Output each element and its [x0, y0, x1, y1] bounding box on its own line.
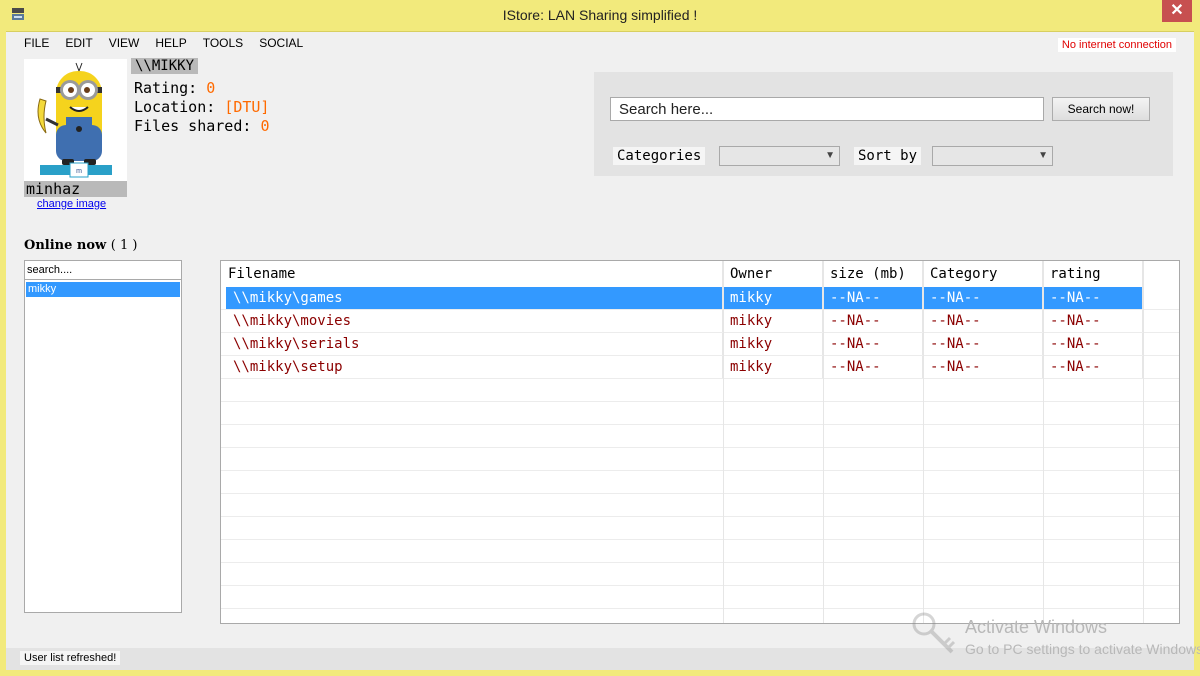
cell-rating: --NA--	[1043, 333, 1143, 355]
cell-filename: \\mikky\serials	[226, 333, 723, 355]
user-search-input[interactable]: search....	[24, 260, 182, 280]
empty-row	[221, 540, 1179, 563]
key-icon	[912, 612, 956, 654]
table-header: Filename Owner size (mb) Category rating	[221, 261, 1179, 287]
cell-size: --NA--	[823, 310, 923, 332]
column-header-filename[interactable]: Filename	[221, 261, 723, 287]
location-line: Location: [DTU]	[134, 98, 269, 116]
empty-row	[221, 517, 1179, 540]
column-header-category[interactable]: Category	[923, 261, 1043, 287]
column-header-rating[interactable]: rating	[1043, 261, 1143, 287]
cell-category: --NA--	[923, 356, 1043, 378]
column-divider	[923, 261, 924, 623]
cell-size: --NA--	[823, 287, 923, 309]
online-count: ( 1 )	[110, 238, 138, 253]
empty-row	[221, 425, 1179, 448]
activation-watermark-subtitle: Go to PC settings to activate Windows.	[965, 641, 1200, 657]
empty-row	[221, 402, 1179, 425]
menu-help[interactable]: HELP	[147, 35, 194, 51]
window-title: IStore: LAN Sharing simplified !	[502, 7, 698, 23]
status-text: User list refreshed!	[20, 651, 121, 665]
menu-edit[interactable]: EDIT	[57, 35, 100, 51]
cell-owner: mikky	[723, 287, 823, 309]
sortby-select[interactable]: ▼	[932, 146, 1053, 166]
menu-file[interactable]: FILE	[16, 35, 57, 51]
cell-rating: --NA--	[1043, 287, 1143, 309]
files-table: Filename Owner size (mb) Category rating…	[220, 260, 1180, 624]
categories-label: Categories	[613, 147, 706, 165]
empty-row	[221, 563, 1179, 586]
column-divider	[1143, 261, 1144, 623]
cell-filename: \\mikky\movies	[226, 310, 723, 332]
chevron-down-icon: ▼	[825, 150, 835, 161]
online-now-heading: Online now ( 1 )	[24, 238, 137, 253]
title-bar: IStore: LAN Sharing simplified ! ✕	[0, 0, 1200, 32]
location-value: [DTU]	[224, 98, 270, 116]
column-header-owner[interactable]: Owner	[723, 261, 823, 287]
cell-owner: mikky	[723, 310, 823, 332]
cell-rating: --NA--	[1043, 356, 1143, 378]
files-shared-label: Files shared:	[134, 117, 252, 135]
cell-owner: mikky	[723, 333, 823, 355]
empty-row	[221, 379, 1179, 402]
rating-label: Rating:	[134, 79, 198, 97]
table-row[interactable]: \\mikky\serials mikky --NA-- --NA-- --NA…	[221, 333, 1179, 356]
close-button[interactable]: ✕	[1162, 0, 1192, 22]
chevron-down-icon: ▼	[1038, 150, 1048, 161]
search-button[interactable]: Search now!	[1052, 97, 1150, 121]
search-panel: Search here... Search now! Categories ▼ …	[594, 72, 1173, 176]
menu-view[interactable]: VIEW	[101, 35, 148, 51]
user-list-item[interactable]: mikky	[26, 282, 180, 297]
window-frame-bottom	[0, 670, 1200, 676]
categories-select[interactable]: ▼	[719, 146, 840, 166]
cell-category: --NA--	[923, 310, 1043, 332]
table-row[interactable]: \\mikky\setup mikky --NA-- --NA-- --NA--	[221, 356, 1179, 379]
menu-bar: FILE EDIT VIEW HELP TOOLS SOCIAL	[16, 35, 311, 51]
username-label: minhaz	[24, 181, 127, 197]
files-shared-line: Files shared: 0	[134, 117, 269, 135]
cell-filename: \\mikky\games	[226, 287, 723, 309]
empty-row	[221, 448, 1179, 471]
window-frame-left	[0, 31, 6, 676]
column-divider	[823, 261, 824, 623]
rating-line: Rating: 0	[134, 79, 215, 97]
cell-category: --NA--	[923, 333, 1043, 355]
avatar: m	[24, 59, 127, 182]
sortby-label: Sort by	[854, 147, 922, 165]
empty-row	[221, 494, 1179, 517]
host-name: \\MIKKY	[131, 58, 199, 74]
cell-owner: mikky	[723, 356, 823, 378]
cell-category: --NA--	[923, 287, 1043, 309]
column-divider	[723, 261, 724, 623]
table-row[interactable]: \\mikky\movies mikky --NA-- --NA-- --NA-…	[221, 310, 1179, 333]
files-shared-value: 0	[260, 117, 270, 135]
activation-watermark-title: Activate Windows	[965, 617, 1108, 637]
column-divider	[1043, 261, 1044, 623]
user-list: mikky	[24, 279, 182, 613]
cell-filename: \\mikky\setup	[226, 356, 723, 378]
column-header-size[interactable]: size (mb)	[823, 261, 923, 287]
avatar-badge-letter: m	[76, 168, 82, 175]
search-input[interactable]: Search here...	[610, 97, 1044, 121]
minion-avatar-image: m	[24, 59, 127, 182]
online-now-label: Online now	[24, 238, 107, 253]
cell-size: --NA--	[823, 333, 923, 355]
window-frame-right	[1194, 31, 1200, 676]
menu-tools[interactable]: TOOLS	[195, 35, 251, 51]
cell-rating: --NA--	[1043, 310, 1143, 332]
connection-status: No internet connection	[1057, 38, 1176, 52]
rating-value: 0	[206, 79, 216, 97]
change-image-link[interactable]: change image	[37, 198, 106, 210]
empty-row	[221, 586, 1179, 609]
menu-social[interactable]: SOCIAL	[251, 35, 311, 51]
table-row[interactable]: \\mikky\games mikky --NA-- --NA-- --NA--	[221, 287, 1179, 310]
empty-row	[221, 471, 1179, 494]
cell-size: --NA--	[823, 356, 923, 378]
location-label: Location:	[134, 98, 216, 116]
